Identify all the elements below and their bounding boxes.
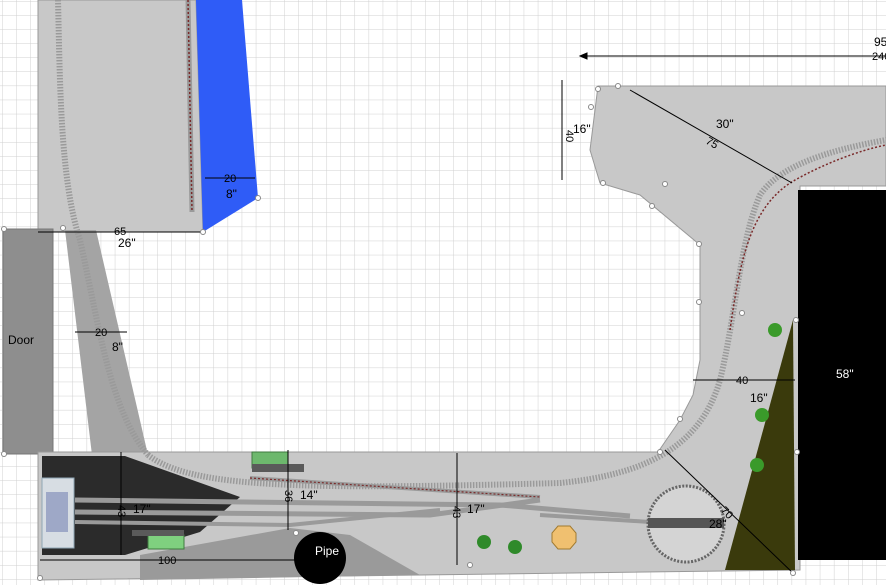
control-point[interactable] [615, 83, 621, 89]
dim-turntable-in: 28" [709, 517, 727, 531]
tree-icon [768, 323, 782, 337]
control-point[interactable] [793, 317, 799, 323]
dim-top-right-cm: 240 [872, 51, 886, 63]
left-board[interactable] [37, 0, 204, 233]
dim-right-width-cm: 40 [736, 375, 748, 387]
dim-diag-in: 30" [716, 117, 734, 131]
pipe-label: Pipe [315, 544, 339, 558]
control-point[interactable] [293, 530, 299, 536]
control-point[interactable] [696, 299, 702, 305]
control-point[interactable] [1, 226, 7, 232]
octagon-structure-icon[interactable] [551, 525, 577, 550]
dim-diag-width-in: 8" [112, 340, 123, 354]
dim-blue-width-cm: 20 [224, 173, 236, 185]
dim-right-width-in: 16" [750, 391, 768, 405]
dim-bottom-mid-in: 14" [300, 488, 318, 502]
dim-bottom-mid-cm: 36 [282, 490, 294, 502]
dim-diag-width-cm: 20 [95, 327, 107, 339]
pipe[interactable] [294, 532, 346, 584]
tree-icon [750, 458, 764, 472]
control-point[interactable] [467, 562, 473, 568]
control-point[interactable] [696, 241, 702, 247]
dim-black-height-in: 58" [836, 367, 854, 381]
control-point[interactable] [595, 86, 601, 92]
control-point[interactable] [60, 225, 66, 231]
control-point[interactable] [794, 449, 800, 455]
control-point[interactable] [1, 451, 7, 457]
control-point[interactable] [739, 310, 745, 316]
green-building-1-platform [252, 464, 304, 472]
control-point[interactable] [662, 181, 668, 187]
green-building-2[interactable] [147, 534, 185, 550]
door-label: Door [8, 333, 34, 347]
dim-bottom-left-cm: 43 [115, 505, 127, 517]
layout-plan-canvas[interactable]: Pipe Door 95 240 65 26" 20 8" 20 8" 40 1… [0, 0, 886, 585]
dim-blue-width-in: 8" [226, 187, 237, 201]
green-building-2-platform [132, 530, 184, 536]
dim-bottom-len-cm: 100 [158, 555, 176, 567]
dim-left-width-in: 26" [118, 236, 136, 250]
control-point[interactable] [677, 416, 683, 422]
dim-bottom-left-in: 17" [133, 502, 151, 516]
control-point[interactable] [200, 229, 206, 235]
control-point[interactable] [649, 203, 655, 209]
control-point[interactable] [790, 570, 796, 576]
control-point[interactable] [588, 104, 594, 110]
tree-icon [477, 535, 491, 549]
yard-building-roof [46, 492, 68, 532]
dim-bottom-right-cm: 43 [450, 506, 462, 518]
dim-peninsula-in: 16" [573, 122, 591, 136]
dim-bottom-right-in: 17" [467, 502, 485, 516]
control-point[interactable] [37, 575, 43, 581]
tree-icon [755, 408, 769, 422]
control-point[interactable] [255, 195, 261, 201]
dim-top-right-in: 95 [874, 35, 886, 49]
dim-black-height-cm: 147 [815, 364, 827, 382]
control-point[interactable] [600, 180, 606, 186]
tree-icon [508, 540, 522, 554]
control-point[interactable] [657, 449, 663, 455]
